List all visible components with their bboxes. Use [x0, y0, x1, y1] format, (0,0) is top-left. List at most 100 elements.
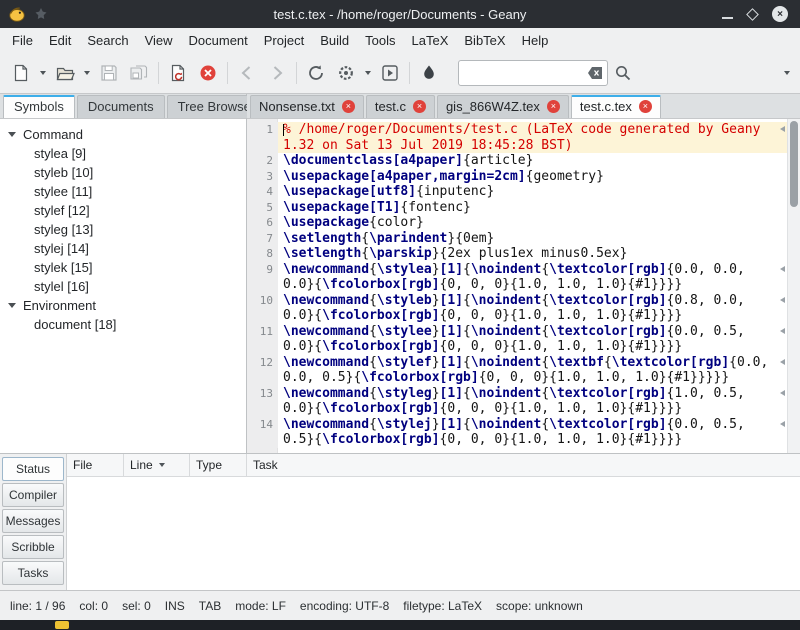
- editor-lines[interactable]: 1% /home/roger/Documents/test.c (LaTeX c…: [247, 119, 787, 448]
- symbol-item[interactable]: styleb [10]: [0, 163, 246, 182]
- close-window-button[interactable]: ×: [772, 6, 788, 22]
- new-dropdown-button[interactable]: [36, 58, 50, 88]
- new-button[interactable]: [6, 58, 36, 88]
- code-line-3[interactable]: 3\usepackage[a4paper,margin=2cm]{geometr…: [247, 169, 787, 185]
- code-line-12[interactable]: 12\newcommand{\stylef}[1]{\noindent{\tex…: [247, 355, 787, 386]
- menu-view[interactable]: View: [137, 29, 181, 52]
- code-line-11[interactable]: 11\newcommand{\stylee}[1]{\noindent{\tex…: [247, 324, 787, 355]
- menu-edit[interactable]: Edit: [41, 29, 79, 52]
- menu-project[interactable]: Project: [256, 29, 312, 52]
- save-all-button[interactable]: [124, 58, 154, 88]
- symbols-tree[interactable]: Commandstylea [9]styleb [10]stylee [11]s…: [0, 119, 246, 453]
- panel-app-icon[interactable]: [55, 621, 69, 629]
- forward-button[interactable]: [262, 58, 292, 88]
- code-text: \documentclass[a4paper]{article}: [278, 153, 787, 169]
- build-button[interactable]: [331, 58, 361, 88]
- symbol-group-environment[interactable]: Environment: [0, 296, 246, 315]
- run-button[interactable]: [375, 58, 405, 88]
- scrollbar-thumb[interactable]: [790, 121, 798, 207]
- document-tab-gis-866w4z.tex[interactable]: gis_866W4Z.tex×: [437, 95, 569, 118]
- close-tab-icon[interactable]: ×: [547, 100, 560, 113]
- editor-scrollbar[interactable]: [787, 119, 800, 453]
- code-line-2[interactable]: 2\documentclass[a4paper]{article}: [247, 153, 787, 169]
- symbol-item[interactable]: stylej [14]: [0, 239, 246, 258]
- clear-search-icon[interactable]: [587, 66, 603, 80]
- build-dropdown-button[interactable]: [361, 58, 375, 88]
- panel-tab-messages[interactable]: Messages: [2, 509, 64, 533]
- wrap-marker-icon: [780, 390, 785, 396]
- column-header-line[interactable]: Line: [124, 454, 190, 476]
- code-line-9[interactable]: 9\newcommand{\stylea}[1]{\noindent{\text…: [247, 262, 787, 293]
- symbol-item[interactable]: stylee [11]: [0, 182, 246, 201]
- code-text: \setlength{\parskip}{2ex plus1ex minus0.…: [278, 246, 787, 262]
- document-tab-nonsense.txt[interactable]: Nonsense.txt×: [250, 95, 364, 118]
- symbol-item[interactable]: stylel [16]: [0, 277, 246, 296]
- open-button[interactable]: [50, 58, 80, 88]
- symbol-item[interactable]: stylef [12]: [0, 201, 246, 220]
- code-line-4[interactable]: 4\usepackage[utf8]{inputenc}: [247, 184, 787, 200]
- menu-document[interactable]: Document: [181, 29, 256, 52]
- wrap-marker-icon: [780, 328, 785, 334]
- code-line-1[interactable]: 1% /home/roger/Documents/test.c (LaTeX c…: [247, 122, 787, 153]
- titlebar[interactable]: test.c.tex - /home/roger/Documents - Gea…: [0, 0, 800, 28]
- expander-icon[interactable]: [8, 303, 16, 308]
- code-line-5[interactable]: 5\usepackage[T1]{fontenc}: [247, 200, 787, 216]
- symbol-item[interactable]: document [18]: [0, 315, 246, 334]
- code-line-10[interactable]: 10\newcommand{\styleb}[1]{\noindent{\tex…: [247, 293, 787, 324]
- line-number: 14: [247, 417, 278, 448]
- menu-search[interactable]: Search: [79, 29, 136, 52]
- code-line-14[interactable]: 14\newcommand{\stylej}[1]{\noindent{\tex…: [247, 417, 787, 448]
- column-header-type[interactable]: Type: [190, 454, 247, 476]
- menu-build[interactable]: Build: [312, 29, 357, 52]
- color-chooser-button[interactable]: [414, 58, 444, 88]
- minimize-button[interactable]: [722, 17, 733, 19]
- search-input[interactable]: [458, 60, 608, 86]
- close-button[interactable]: [193, 58, 223, 88]
- symbol-item[interactable]: stylek [15]: [0, 258, 246, 277]
- close-tab-icon[interactable]: ×: [342, 100, 355, 113]
- menu-tools[interactable]: Tools: [357, 29, 403, 52]
- code-text: \newcommand{\stylea}[1]{\noindent{\textc…: [278, 262, 787, 293]
- menu-bibtex[interactable]: BibTeX: [456, 29, 513, 52]
- close-tab-icon[interactable]: ×: [413, 100, 426, 113]
- tasks-list[interactable]: [67, 477, 800, 590]
- compile-button[interactable]: [301, 58, 331, 88]
- sidebar-tab-documents[interactable]: Documents: [77, 95, 165, 118]
- back-button[interactable]: [232, 58, 262, 88]
- panel-tab-tasks[interactable]: Tasks: [2, 561, 64, 585]
- line-number: 2: [247, 153, 278, 169]
- code-line-13[interactable]: 13\newcommand{\styleg}[1]{\noindent{\tex…: [247, 386, 787, 417]
- code-line-8[interactable]: 8\setlength{\parskip}{2ex plus1ex minus0…: [247, 246, 787, 262]
- maximize-button[interactable]: [746, 8, 759, 21]
- search-button[interactable]: [608, 58, 638, 88]
- menu-file[interactable]: File: [4, 29, 41, 52]
- symbol-group-label: Environment: [23, 298, 96, 313]
- wrap-marker-icon: [780, 421, 785, 427]
- sidebar-tab-symbols[interactable]: Symbols: [3, 95, 75, 118]
- close-tab-icon[interactable]: ×: [639, 100, 652, 113]
- editor[interactable]: 1% /home/roger/Documents/test.c (LaTeX c…: [247, 119, 800, 453]
- symbol-item[interactable]: stylea [9]: [0, 144, 246, 163]
- panel-tab-compiler[interactable]: Compiler: [2, 483, 64, 507]
- open-dropdown-button[interactable]: [80, 58, 94, 88]
- column-header-file[interactable]: File: [67, 454, 124, 476]
- close-document-icon: [198, 63, 218, 83]
- menu-help[interactable]: Help: [514, 29, 557, 52]
- revert-button[interactable]: [163, 58, 193, 88]
- panel-tab-status[interactable]: Status: [2, 457, 64, 481]
- toolbar-overflow-button[interactable]: [780, 58, 794, 88]
- panel-tab-scribble[interactable]: Scribble: [2, 535, 64, 559]
- symbol-group-command[interactable]: Command: [0, 125, 246, 144]
- save-button[interactable]: [94, 58, 124, 88]
- document-tab-test.c[interactable]: test.c×: [366, 95, 435, 118]
- chevron-down-icon: [784, 71, 790, 75]
- code-line-6[interactable]: 6\usepackage{color}: [247, 215, 787, 231]
- desktop-panel[interactable]: [0, 620, 800, 630]
- column-header-task[interactable]: Task: [247, 454, 800, 476]
- symbol-item[interactable]: styleg [13]: [0, 220, 246, 239]
- expander-icon[interactable]: [8, 132, 16, 137]
- menu-latex[interactable]: LaTeX: [404, 29, 457, 52]
- column-header-label: Task: [253, 458, 278, 472]
- code-line-7[interactable]: 7\setlength{\parindent}{0em}: [247, 231, 787, 247]
- document-tab-test.c.tex[interactable]: test.c.tex×: [571, 95, 661, 118]
